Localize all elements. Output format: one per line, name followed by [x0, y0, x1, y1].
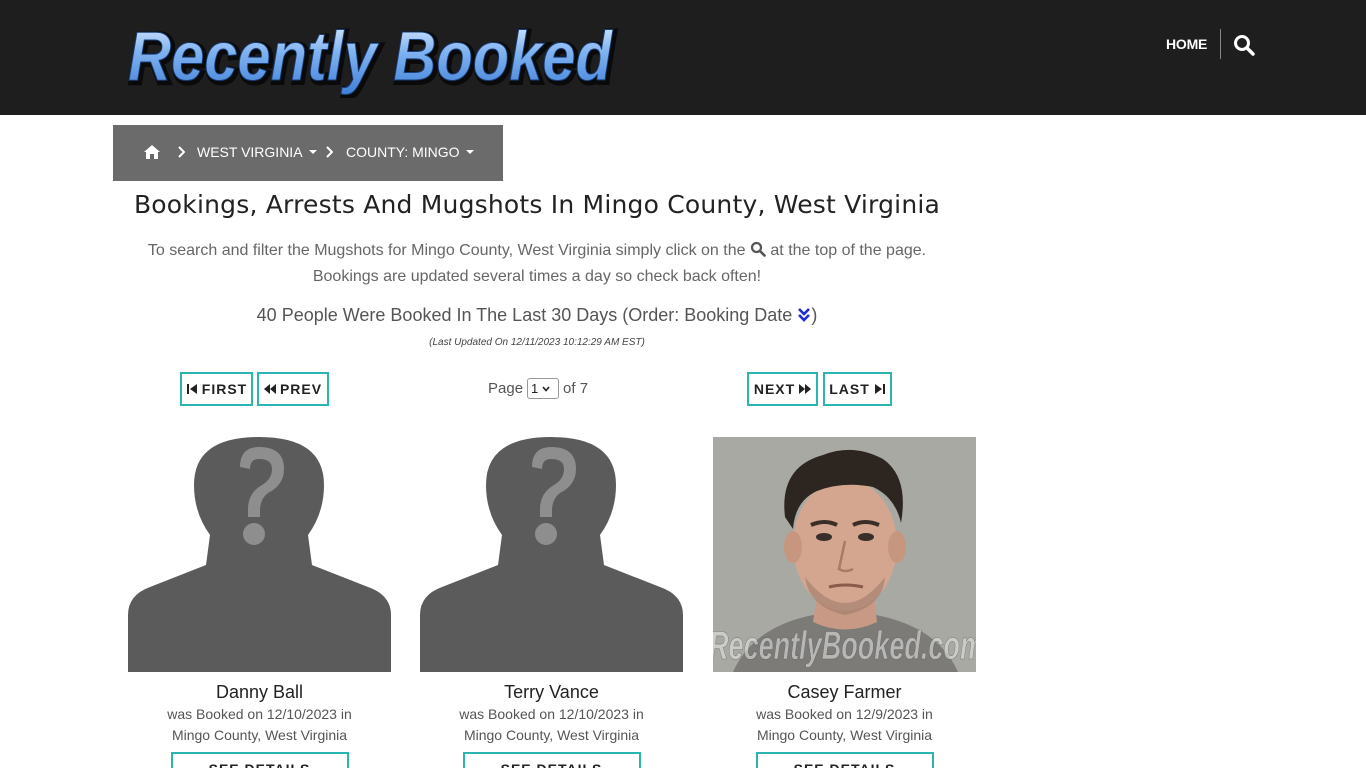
see-details-button[interactable]: SEE DETAILS — [462, 752, 641, 768]
booking-location-line: Mingo County, West Virginia — [171, 727, 348, 743]
breadcrumb: WEST VIRGINIA COUNTY: MINGO — [113, 125, 503, 181]
intro-line1-after: at the top of the page. — [770, 242, 927, 259]
placeholder-silhouette-photo[interactable] — [420, 437, 683, 672]
svg-text:Recently Booked: Recently Booked — [128, 17, 613, 95]
nav-home-link[interactable]: HOME — [1166, 36, 1207, 52]
chevron-down-icon — [542, 385, 550, 392]
first-label: FIRST — [201, 381, 248, 397]
booking-count-close: ) — [811, 305, 818, 325]
booking-card: RecentlyBooked.com Casey Farmer was Book… — [713, 437, 976, 768]
see-details-button[interactable]: SEE DETAILS — [170, 752, 349, 768]
booking-date-line: was Booked on 12/9/2023 in — [756, 706, 933, 722]
svg-text:RecentlyBooked.com: RecentlyBooked.com — [713, 624, 976, 668]
caret-down-icon — [465, 150, 474, 155]
booking-location-line: Mingo County, West Virginia — [756, 727, 933, 743]
prev-page-button[interactable]: PREV — [257, 372, 329, 406]
last-updated: (Last Updated On 12/11/2023 10:12:29 AM … — [429, 337, 645, 348]
chevron-right-icon — [178, 146, 185, 158]
booking-location-line: Mingo County, West Virginia — [463, 727, 640, 743]
page-select-value: 1 — [531, 381, 539, 396]
breadcrumb-state-dropdown[interactable]: WEST VIRGINIA — [197, 144, 317, 160]
search-icon[interactable] — [1233, 34, 1255, 56]
page-select[interactable]: 1 — [527, 378, 560, 399]
placeholder-silhouette-photo[interactable] — [128, 437, 391, 672]
breadcrumb-state-label: WEST VIRGINIA — [197, 144, 303, 160]
prev-label: PREV — [279, 381, 323, 397]
backward-icon — [263, 384, 276, 394]
see-details-button[interactable]: SEE DETAILS — [755, 752, 934, 768]
next-label: NEXT — [753, 381, 796, 397]
booking-count-text: 40 People Were Booked In The Last 30 Day… — [256, 305, 793, 325]
nav-divider — [1220, 29, 1221, 59]
intro-text: To search and filter the Mugshots for Mi… — [113, 238, 961, 290]
next-page-button[interactable]: NEXT — [747, 372, 818, 406]
last-page-button[interactable]: LAST — [823, 372, 892, 406]
booking-name[interactable]: Casey Farmer — [713, 682, 976, 703]
page-title: Bookings, Arrests And Mugshots In Mingo … — [133, 190, 941, 219]
intro-line2: Bookings are updated several times a day… — [312, 268, 762, 285]
booking-date-line: was Booked on 12/10/2023 in — [459, 706, 644, 722]
booking-date-line: was Booked on 12/10/2023 in — [167, 706, 352, 722]
site-header: Recently Booked Recently Booked HOME — [0, 0, 1366, 115]
search-icon — [750, 241, 766, 257]
booking-card: Terry Vance was Booked on 12/10/2023 in … — [420, 437, 683, 768]
home-icon[interactable] — [143, 144, 161, 160]
booking-count: 40 People Were Booked In The Last 30 Day… — [113, 305, 961, 326]
page-indicator: Page 1 of 7 — [488, 378, 588, 399]
booking-name[interactable]: Danny Ball — [128, 682, 391, 703]
first-page-button[interactable]: FIRST — [180, 372, 253, 406]
page-label: Page — [488, 380, 524, 397]
breadcrumb-county-label: COUNTY: MINGO — [346, 144, 460, 160]
booking-card: Danny Ball was Booked on 12/10/2023 in M… — [128, 437, 391, 768]
site-logo[interactable]: Recently Booked Recently Booked — [124, 14, 624, 98]
caret-down-icon — [308, 150, 317, 155]
intro-line1-before: To search and filter the Mugshots for Mi… — [147, 242, 746, 259]
last-label: LAST — [829, 381, 870, 397]
step-forward-icon — [874, 384, 885, 394]
chevron-right-icon — [326, 146, 333, 158]
step-backward-icon — [186, 384, 197, 394]
forward-icon — [799, 384, 812, 394]
booking-name[interactable]: Terry Vance — [420, 682, 683, 703]
page-total: of 7 — [563, 380, 589, 397]
breadcrumb-county-dropdown[interactable]: COUNTY: MINGO — [346, 144, 474, 160]
mugshot-photo[interactable]: RecentlyBooked.com — [713, 437, 976, 672]
double-chevron-down-icon[interactable] — [797, 307, 811, 323]
